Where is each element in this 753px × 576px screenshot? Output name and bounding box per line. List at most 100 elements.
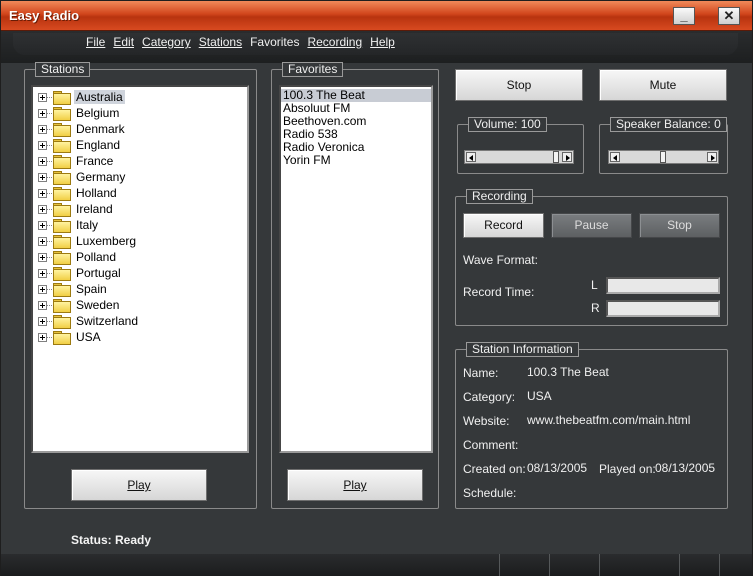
expand-icon[interactable] — [38, 300, 47, 310]
expand-icon[interactable] — [38, 108, 47, 118]
expand-icon[interactable] — [38, 284, 47, 294]
close-button[interactable]: ✕ — [718, 7, 740, 25]
folder-icon — [53, 155, 71, 169]
menu-item-category[interactable]: Category — [142, 35, 191, 49]
info-played-label: Played on: — [599, 462, 656, 476]
expand-icon[interactable] — [38, 252, 47, 262]
favorites-play-button[interactable]: Play — [287, 469, 423, 501]
info-schedule-label: Schedule: — [463, 486, 517, 500]
tree-item-label: Holland — [76, 186, 117, 200]
volume-thumb[interactable] — [553, 151, 559, 163]
tree-item[interactable]: Italy — [33, 217, 247, 233]
folder-icon — [53, 203, 71, 217]
stop-button[interactable]: Stop — [455, 69, 583, 101]
wave-format-label: Wave Format: — [463, 253, 538, 267]
menu-item-file[interactable]: File — [86, 35, 105, 49]
record-button[interactable]: Record — [463, 213, 544, 238]
tree-item[interactable]: England — [33, 137, 247, 153]
tree-item-label: Portugal — [76, 266, 121, 280]
volume-slider[interactable] — [464, 150, 574, 164]
tree-item-label: Ireland — [76, 202, 113, 216]
tree-item-label: France — [76, 154, 114, 168]
tree-item[interactable]: Sweden — [33, 297, 247, 313]
tree-item[interactable]: Belgium — [33, 105, 247, 121]
volume-left-arrow-icon[interactable] — [466, 152, 476, 162]
status-text: Status: Ready — [71, 533, 152, 547]
folder-icon — [53, 123, 71, 137]
expand-icon[interactable] — [38, 124, 47, 134]
list-item[interactable]: Yorin FM — [281, 154, 431, 167]
minimize-button[interactable]: _ — [673, 7, 695, 25]
info-category-label: Category: — [463, 390, 516, 404]
balance-group: Speaker Balance: 0 — [599, 117, 728, 174]
tree-item-label: Luxemberg — [76, 234, 137, 248]
menu-item-edit[interactable]: Edit — [113, 35, 134, 49]
info-name-label: Name: — [463, 366, 499, 380]
expand-icon[interactable] — [38, 204, 47, 214]
tree-item[interactable]: Germany — [33, 169, 247, 185]
volume-group: Volume: 100 — [457, 117, 584, 174]
tree-item-label: Australia — [74, 90, 125, 104]
tree-item-label: England — [76, 138, 121, 152]
mute-button[interactable]: Mute — [599, 69, 727, 101]
tree-item[interactable]: Denmark — [33, 121, 247, 137]
record-stop-button[interactable]: Stop — [639, 213, 720, 238]
menu-bar: File Edit Category Stations Favorites Recordi… — [86, 35, 403, 49]
title-bar[interactable]: Easy Radio _ ✕ — [1, 1, 752, 31]
stations-tree[interactable]: Australia Belgium Denmark England France Germ… — [31, 85, 249, 453]
favorites-list[interactable]: 100.3 The Beat Absoluut FM Beethoven.com Ra… — [279, 85, 433, 453]
stations-play-button[interactable]: Play — [71, 469, 207, 501]
folder-icon — [53, 299, 71, 313]
expand-icon[interactable] — [38, 236, 47, 246]
pause-button[interactable]: Pause — [551, 213, 632, 238]
menu-item-recording[interactable]: Recording — [307, 35, 362, 49]
tree-item[interactable]: Portugal — [33, 265, 247, 281]
app-window: Easy Radio _ ✕ File Edit Category Stations F… — [0, 0, 753, 576]
balance-right-arrow-icon[interactable] — [707, 152, 717, 162]
expand-icon[interactable] — [38, 188, 47, 198]
tree-item[interactable]: Polland — [33, 249, 247, 265]
expand-icon[interactable] — [38, 220, 47, 230]
expand-icon[interactable] — [38, 140, 47, 150]
left-level-meter — [606, 277, 720, 294]
volume-right-arrow-icon[interactable] — [562, 152, 572, 162]
tree-item[interactable]: Ireland — [33, 201, 247, 217]
info-website-label: Website: — [463, 414, 510, 428]
folder-icon — [53, 187, 71, 201]
station-info-legend: Station Information — [466, 342, 579, 357]
balance-legend: Speaker Balance: 0 — [610, 117, 727, 132]
bottom-band — [1, 554, 752, 576]
balance-slider[interactable] — [608, 150, 719, 164]
info-created-value: 08/13/2005 — [527, 461, 588, 475]
tree-item[interactable]: Spain — [33, 281, 247, 297]
menu-band: File Edit Category Stations Favorites Recordi… — [1, 31, 752, 63]
expand-icon[interactable] — [38, 156, 47, 166]
tree-item[interactable]: Luxemberg — [33, 233, 247, 249]
menu-item-help[interactable]: Help — [370, 35, 395, 49]
expand-icon[interactable] — [38, 92, 47, 102]
tree-item[interactable]: Switzerland — [33, 313, 247, 329]
tree-item[interactable]: France — [33, 153, 247, 169]
folder-icon — [53, 331, 71, 345]
right-level-meter — [606, 300, 720, 317]
info-created-label: Created on: — [463, 462, 526, 476]
right-channel-label: R — [591, 301, 600, 315]
expand-icon[interactable] — [38, 332, 47, 342]
expand-icon[interactable] — [38, 172, 47, 182]
tree-item[interactable]: USA — [33, 329, 247, 345]
info-website-value: www.thebeatfm.com/main.html — [527, 413, 691, 427]
tree-item[interactable]: Australia — [33, 89, 247, 105]
expand-icon[interactable] — [38, 316, 47, 326]
menu-item-favorites[interactable]: Favorites — [250, 35, 299, 49]
menu-item-stations[interactable]: Stations — [199, 35, 242, 49]
tree-item-label: Denmark — [76, 122, 125, 136]
expand-icon[interactable] — [38, 268, 47, 278]
folder-icon — [53, 315, 71, 329]
tree-item-label: Italy — [76, 218, 99, 232]
balance-thumb[interactable] — [660, 151, 666, 163]
balance-left-arrow-icon[interactable] — [610, 152, 620, 162]
info-comment-label: Comment: — [463, 438, 519, 452]
window-title: Easy Radio — [9, 8, 80, 23]
tree-item[interactable]: Holland — [33, 185, 247, 201]
folder-icon — [53, 235, 71, 249]
